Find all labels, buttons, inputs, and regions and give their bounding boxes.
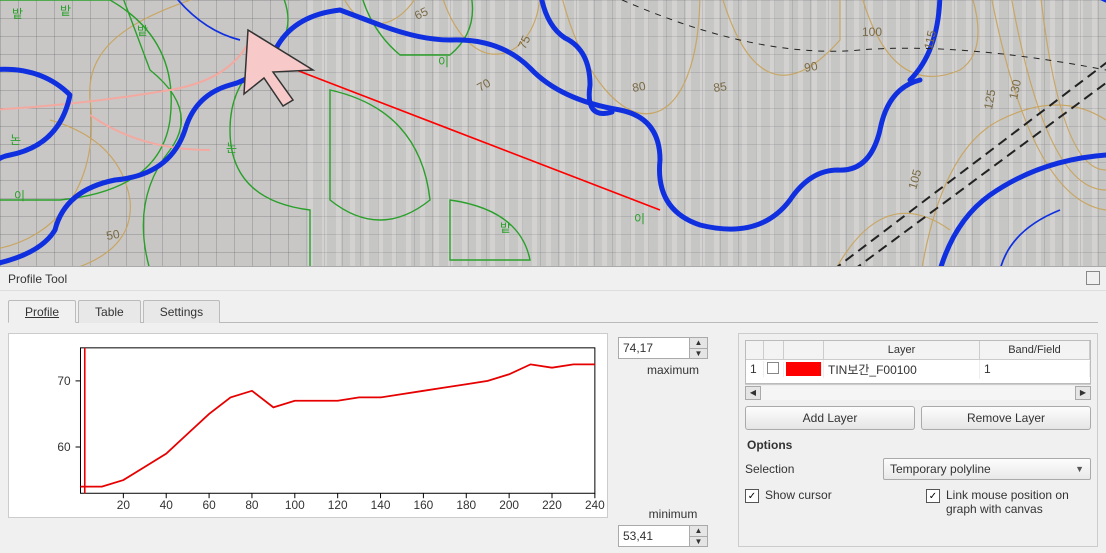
show-cursor-checkbox[interactable]	[745, 489, 759, 503]
tab-profile[interactable]: Profile	[8, 300, 76, 323]
svg-text:140: 140	[371, 498, 391, 512]
min-spinner[interactable]: ▲▼	[618, 525, 728, 547]
svg-text:밭: 밭	[60, 4, 71, 18]
svg-text:200: 200	[499, 498, 519, 512]
tab-bar: Profile Table Settings	[8, 299, 1098, 323]
show-cursor-label: Show cursor	[765, 488, 910, 502]
chevron-down-icon: ▼	[1075, 464, 1084, 474]
svg-text:밭: 밭	[137, 24, 148, 38]
svg-text:80: 80	[631, 79, 647, 95]
selection-dropdown[interactable]: Temporary polyline ▼	[883, 458, 1091, 480]
col-layer: Layer	[824, 341, 980, 359]
svg-text:밭: 밭	[12, 7, 23, 21]
svg-text:40: 40	[160, 498, 174, 512]
svg-text:논: 논	[10, 133, 21, 147]
svg-text:이: 이	[14, 189, 25, 203]
min-label: minimum	[618, 507, 728, 521]
scroll-left-icon[interactable]: ◀	[745, 386, 761, 400]
svg-text:90: 90	[803, 59, 819, 75]
svg-text:240: 240	[585, 498, 605, 512]
svg-text:이: 이	[438, 55, 449, 69]
col-band: Band/Field	[980, 341, 1090, 359]
layer-visible-checkbox[interactable]	[767, 362, 779, 374]
panel-title: Profile Tool	[8, 272, 67, 286]
min-input[interactable]	[618, 525, 690, 547]
table-row[interactable]: 1 TIN보간_F00100 1	[746, 360, 1090, 378]
svg-text:60: 60	[57, 440, 71, 454]
svg-text:20: 20	[117, 498, 131, 512]
h-scrollbar[interactable]: ◀ ▶	[745, 384, 1091, 400]
max-label: maximum	[618, 363, 728, 377]
up-icon[interactable]: ▲	[690, 338, 707, 349]
add-layer-button[interactable]: Add Layer	[745, 406, 915, 430]
svg-text:85: 85	[712, 79, 727, 95]
tab-settings[interactable]: Settings	[143, 300, 220, 323]
svg-text:100: 100	[862, 25, 882, 39]
svg-text:60: 60	[202, 498, 216, 512]
link-mouse-label: Link mouse position on graph with canvas	[946, 488, 1091, 516]
options-heading: Options	[747, 438, 1091, 452]
svg-text:밭: 밭	[500, 221, 511, 235]
selection-label: Selection	[745, 462, 875, 476]
max-spinner[interactable]: ▲▼	[618, 337, 728, 359]
layer-table[interactable]: Layer Band/Field 1 TIN보간_F00100 1	[745, 340, 1091, 384]
svg-text:80: 80	[245, 498, 259, 512]
svg-text:220: 220	[542, 498, 562, 512]
profile-chart[interactable]: 60 70 20 40 60 80 100 120 140 160 180 200 220 240	[8, 333, 608, 518]
svg-text:70: 70	[57, 374, 71, 388]
svg-text:논: 논	[226, 141, 237, 155]
link-mouse-checkbox[interactable]	[926, 489, 940, 503]
tab-table[interactable]: Table	[78, 300, 141, 323]
svg-text:120: 120	[328, 498, 348, 512]
panel-title-bar: Profile Tool	[0, 267, 1106, 291]
svg-text:160: 160	[414, 498, 434, 512]
down-icon[interactable]: ▼	[690, 537, 707, 547]
up-icon[interactable]: ▲	[690, 526, 707, 537]
svg-text:50: 50	[105, 227, 121, 243]
down-icon[interactable]: ▼	[690, 349, 707, 359]
svg-text:100: 100	[285, 498, 305, 512]
map-canvas[interactable]: 50 65 70 75 80 85 90 100 105 115 125 130…	[0, 0, 1106, 267]
dock-icon[interactable]	[1086, 271, 1100, 285]
max-input[interactable]	[618, 337, 690, 359]
svg-text:이: 이	[634, 212, 645, 226]
svg-text:180: 180	[456, 498, 476, 512]
scroll-right-icon[interactable]: ▶	[1075, 386, 1091, 400]
remove-layer-button[interactable]: Remove Layer	[921, 406, 1091, 430]
layer-color-swatch[interactable]	[786, 362, 822, 376]
